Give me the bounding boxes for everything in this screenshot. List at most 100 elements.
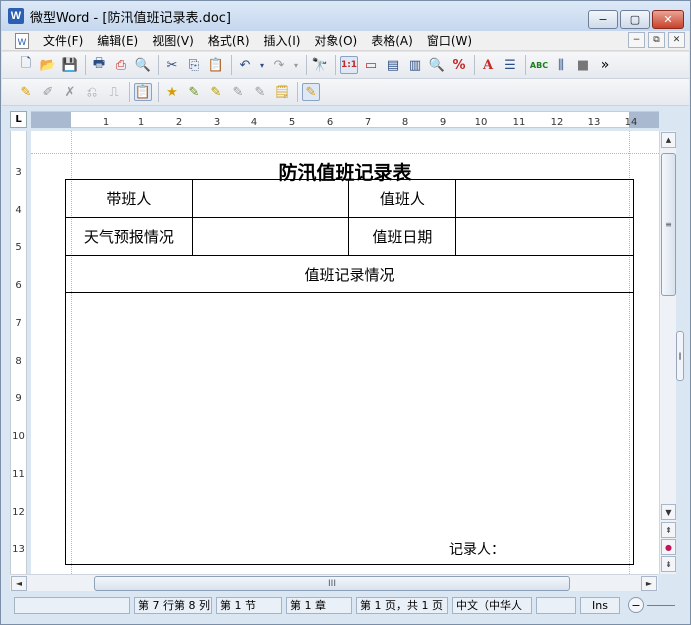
undo-dropdown-icon[interactable]: ▾	[258, 56, 266, 74]
horizontal-scrollbar[interactable]: ◄ III ►	[10, 574, 658, 591]
zoom-icon[interactable]: 🔍	[428, 56, 446, 74]
vertical-scroll-thumb[interactable]: ≡	[661, 153, 676, 296]
table-cell[interactable]: 值班日期	[348, 217, 457, 256]
table-row: 天气预报情况 值班日期	[65, 217, 634, 256]
menu-window[interactable]: 窗口(W)	[420, 31, 479, 51]
split-handle[interactable]: ‖	[676, 331, 684, 381]
print-icon[interactable]: 🖶	[90, 56, 108, 74]
more-icon[interactable]: »	[596, 56, 614, 74]
table-cell[interactable]: 天气预报情况	[65, 217, 193, 256]
minimize-button[interactable]: −	[588, 10, 618, 29]
zoom-actual-icon[interactable]: 1:1	[340, 56, 358, 74]
toolbar-separator	[297, 82, 298, 102]
menu-edit[interactable]: 编辑(E)	[90, 31, 145, 51]
pen2-icon[interactable]: ✎	[207, 83, 225, 101]
tab-selector[interactable]: L	[10, 111, 27, 128]
ruler-tick: 3	[15, 167, 22, 178]
highlight-icon[interactable]: ★	[163, 83, 181, 101]
new-icon[interactable]: 🗋	[17, 56, 35, 74]
pen3-icon[interactable]: ✎	[229, 83, 247, 101]
revision-icon[interactable]: ✎	[17, 83, 35, 101]
scroll-down-button[interactable]: ▼	[661, 504, 676, 520]
comment-icon[interactable]: 📋	[134, 83, 152, 101]
pen-icon[interactable]: ✎	[185, 83, 203, 101]
spellcheck-icon[interactable]: ABC	[530, 56, 548, 74]
doc-minimize-button[interactable]: −	[628, 32, 645, 48]
page-view-icon[interactable]: ▤	[384, 56, 402, 74]
table-cell[interactable]	[455, 179, 634, 218]
edit-icon[interactable]: ✐	[39, 83, 57, 101]
cut-icon[interactable]: ✂	[163, 56, 181, 74]
pen4-icon[interactable]: ✎	[251, 83, 269, 101]
table-cell[interactable]: 值班人	[348, 179, 457, 218]
document-canvas[interactable]: 防汛值班记录表 带班人 值班人 天气预报情况 值班日期 值班记录情况 记录人：	[31, 131, 659, 574]
page-width-icon[interactable]: ▭	[362, 56, 380, 74]
table-cell[interactable]	[191, 179, 350, 218]
table-cell[interactable]: 带班人	[65, 179, 193, 218]
status-insert-mode[interactable]: Ins	[580, 596, 620, 614]
ruler-tick: 4	[15, 205, 22, 216]
horizontal-ruler[interactable]: 1 1 2 3 4 5 6 7 8 9 10 11 12 13 14	[31, 111, 659, 128]
paste-icon[interactable]: 📋	[207, 56, 225, 74]
previous-page-button[interactable]: ⇞	[661, 522, 676, 538]
title-bar: W 微型Word - [防汛值班记录表.doc] − ▢ ✕	[1, 1, 690, 31]
copy-icon[interactable]: ⎘	[185, 56, 203, 74]
insert-field-icon[interactable]: ☰	[501, 56, 519, 74]
ruler-tick: 3	[213, 117, 221, 128]
status-chapter: 第 1 章	[286, 596, 352, 614]
font-color-icon[interactable]: A	[479, 56, 497, 74]
delete-icon[interactable]: ✗	[61, 83, 79, 101]
menu-file[interactable]: 文件(F)	[36, 31, 90, 51]
menu-object[interactable]: 对象(O)	[307, 31, 364, 51]
doc-restore-button[interactable]: ⧉	[648, 32, 665, 48]
menu-table[interactable]: 表格(A)	[364, 31, 420, 51]
maximize-button[interactable]: ▢	[620, 10, 650, 29]
print-preview-icon[interactable]: 🔍	[134, 56, 152, 74]
zoom-slider[interactable]	[647, 604, 675, 606]
redo-dropdown-icon[interactable]: ▾	[292, 56, 300, 74]
table-cell[interactable]	[191, 217, 350, 256]
doc-close-button[interactable]: ✕	[668, 32, 685, 48]
status-line-column: 第 7 行第 8 列	[134, 596, 212, 614]
record-content-cell[interactable]	[65, 292, 634, 565]
ruler-tick: 9	[439, 117, 447, 128]
horizontal-scroll-thumb[interactable]: III	[94, 576, 570, 591]
two-page-icon[interactable]: ▥	[406, 56, 424, 74]
pdf-icon[interactable]: ⎙	[112, 56, 130, 74]
zoom-percent-icon[interactable]: %	[450, 56, 468, 74]
reject-icon[interactable]: ⎍	[105, 83, 123, 101]
redo-icon[interactable]: ↷	[270, 56, 288, 74]
undo-icon[interactable]: ↶	[236, 56, 254, 74]
table-cell[interactable]: 值班记录情况	[65, 255, 634, 293]
scroll-up-button[interactable]: ▲	[661, 132, 676, 148]
track-changes-icon[interactable]: ✎	[302, 83, 320, 101]
menu-format[interactable]: 格式(R)	[201, 31, 257, 51]
duty-record-table[interactable]: 带班人 值班人 天气预报情况 值班日期 值班记录情况	[65, 179, 634, 565]
find-icon[interactable]: 🔭	[311, 56, 329, 74]
vertical-scrollbar[interactable]: ▲ ≡ ▼ ⇞ ● ⇟	[659, 131, 676, 574]
status-blank	[14, 596, 130, 614]
scroll-left-button[interactable]: ◄	[11, 576, 27, 591]
window-title: 微型Word - [防汛值班记录表.doc]	[30, 10, 231, 26]
save-icon[interactable]: 💾	[61, 56, 79, 74]
open-icon[interactable]: 📂	[39, 56, 57, 74]
close-button[interactable]: ✕	[652, 10, 684, 29]
menu-insert[interactable]: 插入(I)	[257, 31, 308, 51]
zoom-out-button[interactable]: −	[628, 597, 644, 613]
note-icon[interactable]: 🗒	[273, 83, 291, 101]
ruler-tick: 6	[15, 280, 22, 291]
pages-icon[interactable]: ⫼	[552, 56, 570, 74]
select-browse-object-button[interactable]: ●	[661, 539, 676, 555]
table-cell[interactable]	[455, 217, 634, 256]
gray-square-icon[interactable]: ■	[574, 56, 592, 74]
document-icon[interactable]: W	[15, 32, 29, 49]
menu-view[interactable]: 视图(V)	[145, 31, 201, 51]
status-page: 第 1 页，共 1 页	[356, 596, 448, 614]
document-window-controls: − ⧉ ✕	[625, 32, 685, 48]
accept-icon[interactable]: ⎌	[83, 83, 101, 101]
ruler-tick: 9	[15, 393, 22, 404]
scroll-right-button[interactable]: ►	[641, 576, 657, 591]
next-page-button[interactable]: ⇟	[661, 556, 676, 572]
ruler-tick: 11	[512, 117, 526, 128]
vertical-ruler[interactable]: 3 4 5 6 7 8 9 10 11 12 13	[10, 131, 27, 574]
